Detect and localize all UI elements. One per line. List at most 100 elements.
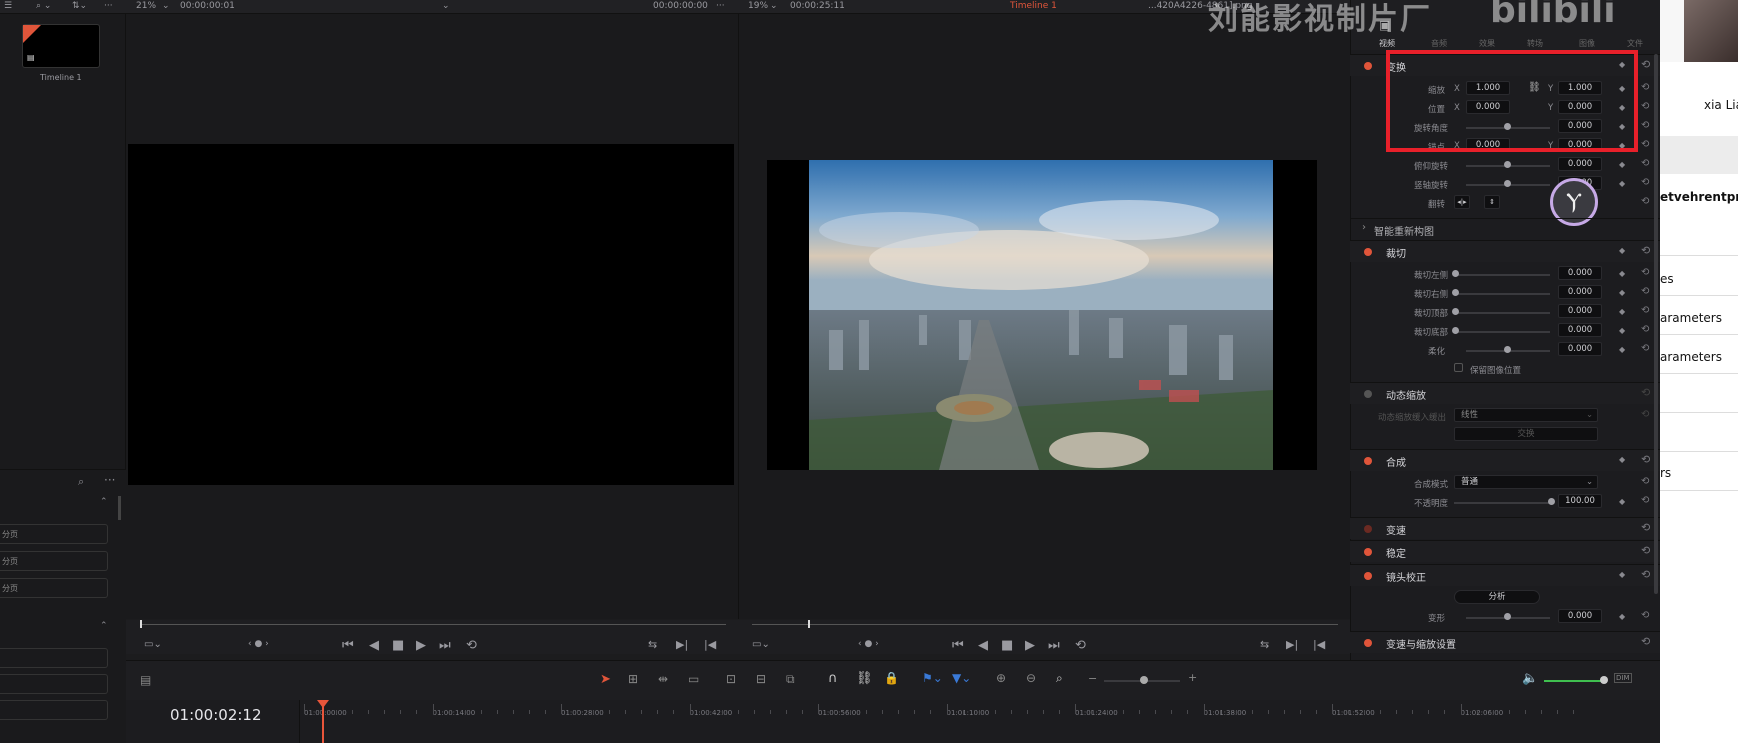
tab-video[interactable]: 视频 [1379,38,1395,49]
crop-left-field[interactable]: 0.000 [1558,266,1602,280]
chevron-down-icon[interactable]: ⌄ [770,1,778,11]
timeline-scrub-bar[interactable] [752,624,1338,625]
go-to-start-icon[interactable]: ⏮ [952,639,964,652]
enable-toggle[interactable] [1364,548,1372,556]
chevron-up-icon[interactable]: ⌃ [100,622,108,631]
slider-handle[interactable] [1452,289,1459,296]
reset-icon[interactable]: ⟲ [1641,158,1649,169]
flag-icon[interactable]: ⚑⌄ [922,671,943,685]
enable-toggle[interactable] [1364,639,1372,647]
reset-icon[interactable]: ⟲ [1641,495,1649,506]
enable-toggle[interactable] [1364,62,1372,70]
reset-icon[interactable]: ⟲ [1641,101,1649,112]
reset-icon[interactable]: ⟲ [1641,139,1649,150]
reset-icon[interactable]: ⟲ [1641,521,1650,534]
timeline-video-frame[interactable] [767,160,1317,470]
jog-control[interactable]: ‹ ● › [248,640,269,649]
distortion-field[interactable]: 0.000 [1558,609,1602,623]
next-edit-icon[interactable]: ▶| [1286,639,1298,650]
play-reverse-icon[interactable]: ◀ [978,639,988,652]
reset-icon[interactable]: ⟲ [1641,286,1649,297]
slider-handle[interactable] [1504,613,1511,620]
reset-icon[interactable]: ⟲ [1641,177,1649,188]
reset-icon[interactable]: ⟲ [1641,476,1649,487]
speaker-icon[interactable]: 🔈 [1522,671,1538,686]
dynamic-trim-icon[interactable]: ⇹ [658,672,668,686]
reset-icon[interactable]: ⟲ [1641,568,1650,581]
reset-icon[interactable]: ⟲ [1641,58,1650,71]
zoom-full-icon[interactable]: ⊕ [996,671,1006,685]
list-item[interactable]: 分页 [0,551,108,571]
next-edit-icon[interactable]: ▶| [676,639,688,650]
flip-vertical-button[interactable]: ⇕ [1484,195,1500,209]
enable-toggle[interactable] [1364,457,1372,465]
keyframe-icon[interactable]: ◆ [1619,612,1625,621]
crop-top-slider[interactable] [1454,312,1550,314]
crop-right-field[interactable]: 0.000 [1558,285,1602,299]
crop-top-field[interactable]: 0.000 [1558,304,1602,318]
blade-tool-icon[interactable]: ▭ [688,672,699,686]
composite-mode-select[interactable]: 普通 [1454,475,1598,489]
composite-header[interactable]: 合成 ◆ ⟲ [1350,449,1660,471]
lock-icon[interactable]: 🔒 [884,671,899,685]
slider-handle[interactable] [1504,161,1511,168]
flip-horizontal-button[interactable]: ◂|▸ [1454,195,1470,209]
opacity-field[interactable]: 100.00 [1558,494,1602,508]
more-options-icon[interactable]: ··· [104,1,113,11]
source-scrub-bar[interactable] [140,624,726,625]
smart-reframe-row[interactable]: › 智能重新构图 [1350,218,1660,238]
reset-icon[interactable]: ⟲ [1641,343,1649,354]
replace-clip-icon[interactable]: ⧉ [786,672,795,687]
marker-icon[interactable]: ▼⌄ [952,671,971,685]
softness-field[interactable]: 0.000 [1558,342,1602,356]
lens-correction-header[interactable]: 镜头校正 ◆ ⟲ [1350,564,1660,586]
pitch-field[interactable]: 0.000 [1558,157,1602,171]
go-to-end-icon[interactable]: ⏭ [439,639,451,652]
timeline-view-icon[interactable]: ▤ [140,673,151,687]
keyframe-icon[interactable]: ◆ [1619,345,1625,354]
chevron-up-icon[interactable]: ⌃ [100,498,108,507]
tab-effects[interactable]: 效果 [1479,38,1495,49]
swap-button[interactable]: 交换 [1454,427,1598,441]
go-to-end-icon[interactable]: ⏭ [1048,639,1060,652]
keyframe-icon[interactable]: ◆ [1619,288,1625,297]
crop-left-slider[interactable] [1454,274,1550,276]
timeline-ruler[interactable]: 01:00:00:00 01:00:14:00 01:00:28:00 01:00:4… [300,700,1660,743]
dynamic-zoom-header[interactable]: 动态缩放 ⟲ [1350,382,1660,404]
keyframe-icon[interactable]: ◆ [1619,269,1625,278]
sort-icon[interactable]: ⇅⌄ [72,1,87,11]
play-icon[interactable]: ▶ [416,639,426,652]
search-icon[interactable]: ⌕ [78,476,84,487]
match-frame-icon[interactable]: ⇆ [648,639,657,650]
keyframe-icon[interactable]: ◆ [1619,570,1625,579]
tab-file[interactable]: 文件 [1627,38,1643,49]
view-options-icon[interactable]: ▭⌄ [752,640,770,650]
play-reverse-icon[interactable]: ◀ [369,639,379,652]
reset-icon[interactable]: ⟲ [1641,120,1649,131]
enable-toggle[interactable] [1364,572,1372,580]
jog-control[interactable]: ‹ ● › [858,640,879,649]
ease-select[interactable]: 线性 [1454,408,1598,422]
enable-toggle[interactable] [1364,248,1372,256]
chevron-down-icon[interactable]: ⌄ [442,1,450,11]
zoom-out-icon[interactable]: − [1088,672,1097,685]
zoom-in-icon[interactable]: + [1188,671,1197,684]
crop-bottom-field[interactable]: 0.000 [1558,323,1602,337]
insert-clip-icon[interactable]: ⊡ [726,672,736,686]
reset-icon[interactable]: ⟲ [1641,635,1650,648]
list-item[interactable] [0,700,108,720]
zoom-slider-handle[interactable] [1140,676,1148,684]
slider-handle[interactable] [1504,180,1511,187]
analyze-button[interactable]: 分析 [1454,590,1540,604]
loop-icon[interactable]: ⟲ [1075,639,1086,652]
slider-handle[interactable] [1452,327,1459,334]
reset-icon[interactable]: ⟲ [1641,386,1650,399]
tab-transition[interactable]: 转场 [1527,38,1543,49]
reset-icon[interactable]: ⟲ [1641,324,1649,335]
match-frame-icon[interactable]: ⇆ [1260,639,1269,650]
overwrite-clip-icon[interactable]: ⊟ [756,672,766,686]
reset-icon[interactable]: ⟲ [1641,244,1650,257]
crop-right-slider[interactable] [1454,293,1550,295]
timeline-name[interactable]: Timeline 1 [1010,1,1057,11]
dim-button[interactable]: DIM [1614,673,1632,683]
